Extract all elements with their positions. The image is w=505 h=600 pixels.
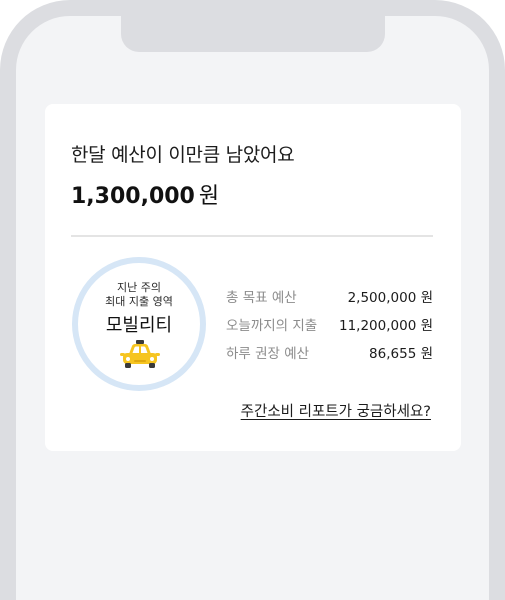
budget-headline: 한달 예산이 이만큼 남았어요 xyxy=(71,144,295,166)
stat-value: 86,655 원 xyxy=(369,346,433,362)
phone-notch xyxy=(121,0,385,52)
top-category-badge: 지난 주의 최대 지출 영역 모빌리티 xyxy=(72,257,206,391)
card-divider xyxy=(71,235,433,237)
weekly-report-link[interactable]: 주간소비 리포트가 궁금하세요? xyxy=(241,400,431,421)
remaining-amount: 1,300,000 원 xyxy=(71,178,219,210)
top-category-name: 모빌리티 xyxy=(105,315,173,336)
stat-label: 하루 권장 예산 xyxy=(226,346,310,362)
stat-row-daily-recommended: 하루 권장 예산 86,655 원 xyxy=(226,340,433,368)
stat-label: 총 목표 예산 xyxy=(226,290,297,306)
taxi-icon xyxy=(120,340,160,368)
stat-row-total-budget: 총 목표 예산 2,500,000 원 xyxy=(226,284,433,312)
remaining-amount-value: 1,300,000 xyxy=(71,184,195,209)
stat-row-spent-to-date: 오늘까지의 지출 11,200,000 원 xyxy=(226,312,433,340)
stat-label: 오늘까지의 지출 xyxy=(226,318,318,334)
budget-card: 한달 예산이 이만큼 남았어요 1,300,000 원 지난 주의 최대 지출 영… xyxy=(45,104,461,451)
stat-value: 2,500,000 원 xyxy=(347,290,433,306)
top-category-caption-line2: 최대 지출 영역 xyxy=(105,295,173,308)
budget-stats: 총 목표 예산 2,500,000 원 오늘까지의 지출 11,200,000 … xyxy=(226,284,433,368)
remaining-amount-unit: 원 xyxy=(198,184,220,209)
stat-value: 11,200,000 원 xyxy=(338,318,433,334)
